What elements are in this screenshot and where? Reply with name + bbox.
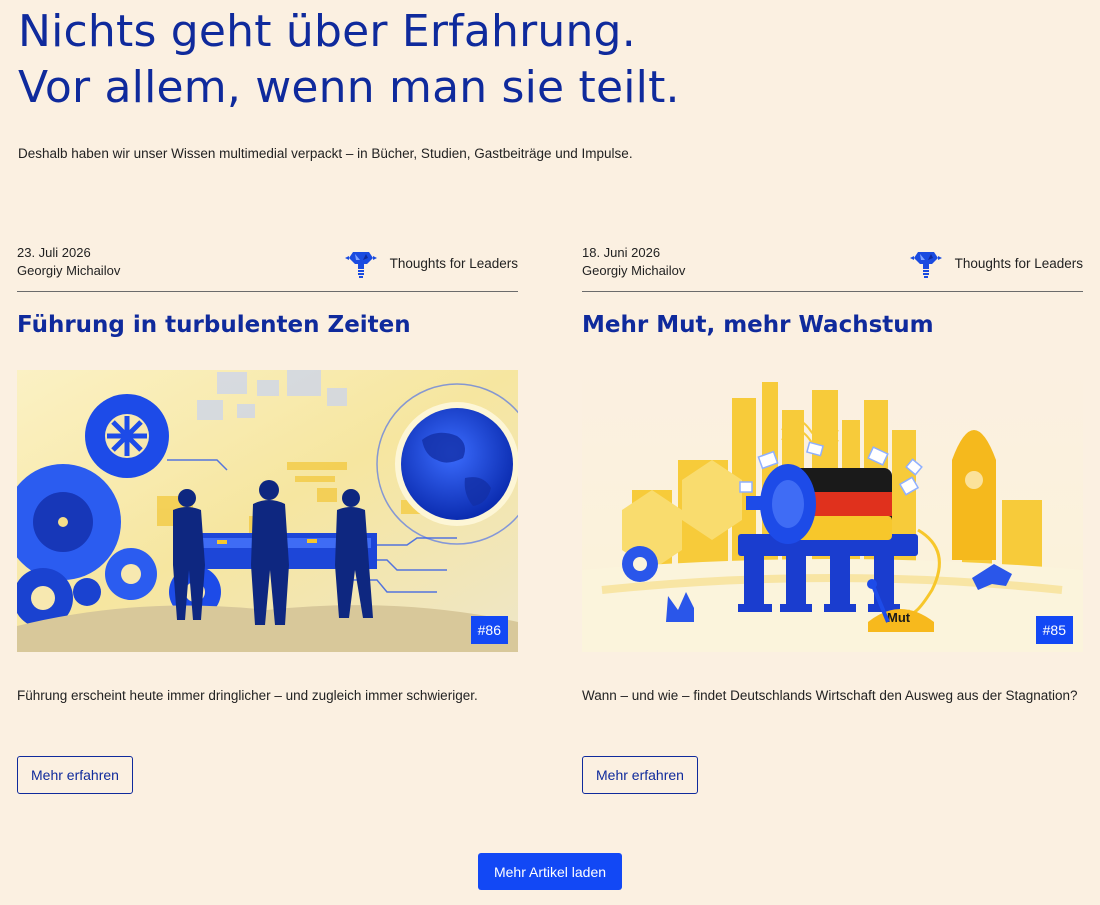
economy-machine-illustration: Mut [582,370,1083,652]
read-more-button[interactable]: Mehr erfahren [582,756,698,794]
page-title: Nichts geht über Erfahrung. Vor allem, w… [18,4,680,116]
lightbulb-lightning-icon [909,252,942,278]
article-illustration[interactable]: Mut #85 [582,370,1083,652]
article-category[interactable]: Thoughts for Leaders [909,246,1083,280]
article-illustration[interactable]: #86 [17,370,518,652]
article-meta: 23. Juli 2026 Georgiy Michailov Thoughts… [17,244,518,292]
lightbulb-lightning-icon [344,252,377,278]
leaders-gears-globe-illustration [17,370,518,652]
read-more-button[interactable]: Mehr erfahren [17,756,133,794]
article-category-label: Thoughts for Leaders [954,255,1083,271]
article-card: 18. Juni 2026 Georgiy Michailov Thoughts… [582,244,1083,794]
page-title-line-1: Nichts geht über Erfahrung. [18,6,636,57]
page-title-line-2: Vor allem, wenn man sie teilt. [18,62,680,113]
article-title[interactable]: Führung in turbulenten Zeiten [17,312,518,344]
article-card: 23. Juli 2026 Georgiy Michailov Thoughts… [17,244,518,794]
article-meta: 18. Juni 2026 Georgiy Michailov Thoughts… [582,244,1083,292]
article-excerpt: Wann – und wie – findet Deutschlands Wir… [582,688,1078,703]
page-subtitle: Deshalb haben wir unser Wissen multimedi… [18,146,633,161]
article-excerpt: Führung erscheint heute immer dringliche… [17,688,478,703]
load-more-button[interactable]: Mehr Artikel laden [478,853,622,890]
issue-badge: #85 [1035,616,1073,644]
article-category[interactable]: Thoughts for Leaders [344,246,518,280]
article-category-label: Thoughts for Leaders [389,255,518,271]
mut-label: Mut [887,610,911,625]
issue-badge: #86 [470,616,508,644]
article-title[interactable]: Mehr Mut, mehr Wachstum [582,312,1083,344]
